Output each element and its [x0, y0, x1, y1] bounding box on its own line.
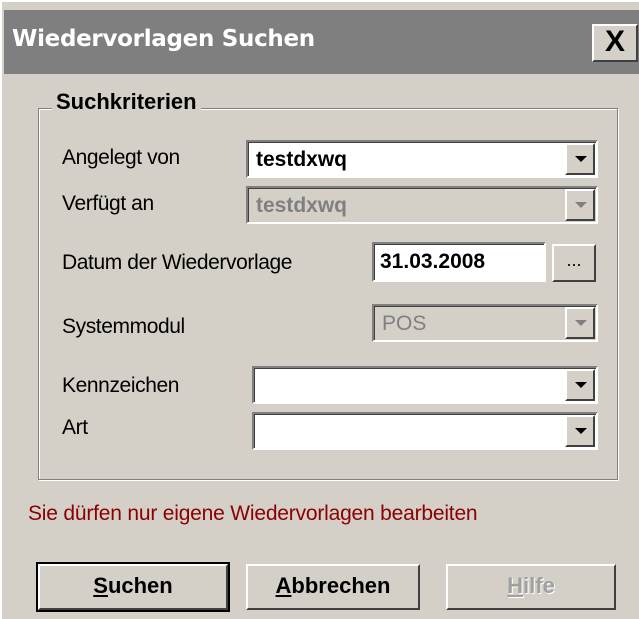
- cancel-button-accel: A: [275, 573, 292, 598]
- close-button[interactable]: X: [592, 24, 638, 62]
- title-bar[interactable]: Wiedervorlagen Suchen X: [4, 10, 639, 74]
- systemmodul-dropdown-button: [565, 307, 595, 339]
- window-title: Wiedervorlagen Suchen: [12, 26, 315, 52]
- kennzeichen-combo[interactable]: [252, 366, 598, 404]
- angelegt-von-combo[interactable]: testdxwq: [246, 140, 598, 178]
- datum-value: 31.03.2008: [380, 250, 486, 273]
- verfuegt-an-combo: testdxwq: [246, 186, 598, 224]
- chevron-down-icon: [575, 202, 587, 208]
- angelegt-von-value: testdxwq: [256, 148, 348, 171]
- cancel-button[interactable]: Abbrechen: [246, 564, 420, 610]
- kennzeichen-dropdown-button[interactable]: [565, 369, 595, 401]
- angelegt-von-label: Angelegt von: [62, 146, 180, 169]
- permission-warning: Sie dürfen nur eigene Wiedervorlagen bea…: [28, 502, 478, 525]
- art-combo[interactable]: [252, 412, 598, 450]
- help-button: Hilfe: [446, 564, 616, 610]
- date-picker-button[interactable]: ...: [552, 244, 596, 282]
- close-icon: X: [604, 25, 625, 58]
- dialog-window: Wiedervorlagen Suchen X Suchkriterien An…: [0, 0, 639, 619]
- ellipsis-icon: ...: [566, 250, 582, 270]
- datum-label: Datum der Wiedervorlage: [62, 251, 293, 274]
- kennzeichen-label: Kennzeichen: [62, 374, 180, 397]
- art-label: Art: [62, 416, 88, 439]
- chevron-down-icon: [575, 428, 587, 434]
- search-button-label: uchen: [107, 573, 173, 598]
- art-dropdown-button[interactable]: [565, 415, 595, 447]
- verfuegt-an-value: testdxwq: [256, 194, 348, 217]
- datum-input[interactable]: 31.03.2008: [372, 242, 546, 282]
- chevron-down-icon: [575, 382, 587, 388]
- angelegt-von-dropdown-button[interactable]: [565, 143, 595, 175]
- systemmodul-combo: POS: [372, 304, 598, 342]
- verfuegt-an-label: Verfügt an: [62, 192, 154, 215]
- group-legend: Suchkriterien: [52, 89, 201, 115]
- cancel-button-label: bbrechen: [291, 573, 391, 598]
- chevron-down-icon: [575, 320, 587, 326]
- systemmodul-label: Systemmodul: [62, 315, 185, 338]
- search-button-accel: S: [93, 573, 108, 598]
- help-button-accel: H: [507, 573, 524, 598]
- chevron-down-icon: [575, 156, 587, 162]
- help-button-label: ilfe: [523, 573, 555, 598]
- verfuegt-an-dropdown-button: [565, 189, 595, 221]
- systemmodul-value: POS: [382, 312, 427, 335]
- search-button[interactable]: Suchen: [36, 562, 230, 612]
